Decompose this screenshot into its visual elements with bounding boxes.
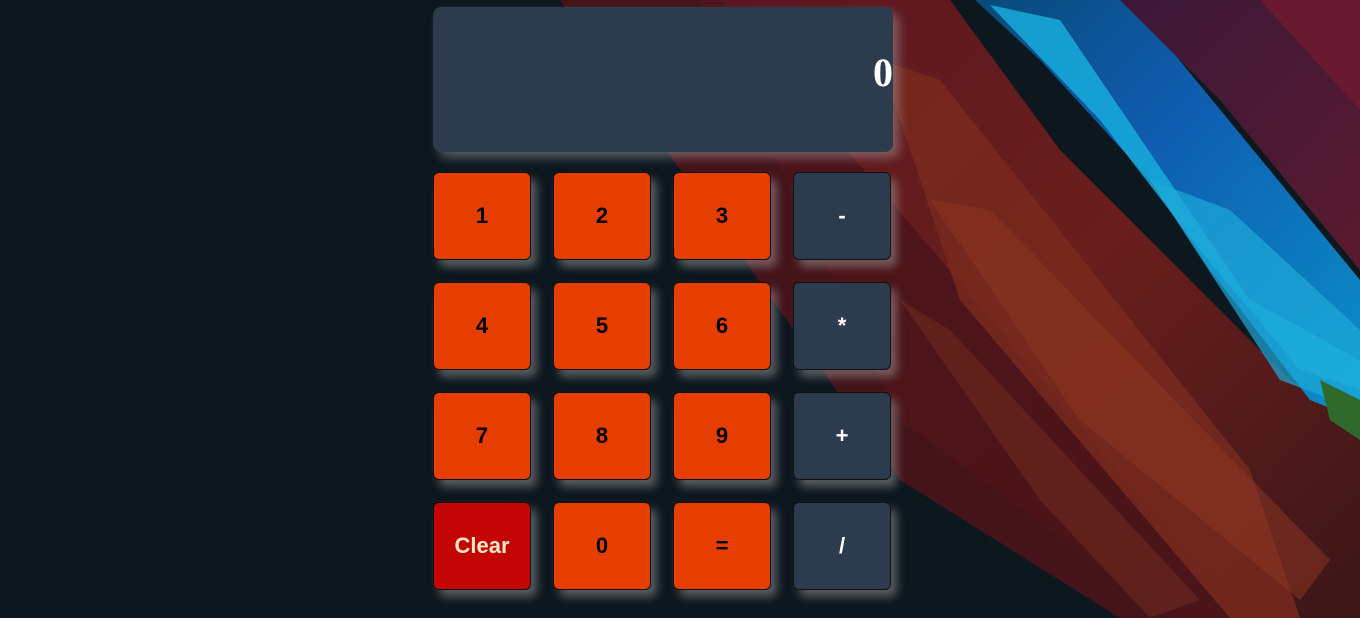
calculator-display: 0 [433, 7, 893, 152]
clear-button[interactable]: Clear [433, 502, 531, 590]
page-background: 0 1 2 3 - 4 5 6 * 7 8 9 + Clear 0 = / [0, 0, 1360, 618]
multiply-button[interactable]: * [793, 282, 891, 370]
key-8-button[interactable]: 8 [553, 392, 651, 480]
key-1-button[interactable]: 1 [433, 172, 531, 260]
key-2-button[interactable]: 2 [553, 172, 651, 260]
equals-button[interactable]: = [673, 502, 771, 590]
key-6-button[interactable]: 6 [673, 282, 771, 370]
divide-button[interactable]: / [793, 502, 891, 590]
key-7-button[interactable]: 7 [433, 392, 531, 480]
display-value: 0 [873, 50, 893, 95]
key-4-button[interactable]: 4 [433, 282, 531, 370]
calculator: 0 1 2 3 - 4 5 6 * 7 8 9 + Clear 0 = / [433, 7, 893, 591]
key-3-button[interactable]: 3 [673, 172, 771, 260]
add-button[interactable]: + [793, 392, 891, 480]
key-9-button[interactable]: 9 [673, 392, 771, 480]
key-5-button[interactable]: 5 [553, 282, 651, 370]
subtract-button[interactable]: - [793, 172, 891, 260]
key-0-button[interactable]: 0 [553, 502, 651, 590]
